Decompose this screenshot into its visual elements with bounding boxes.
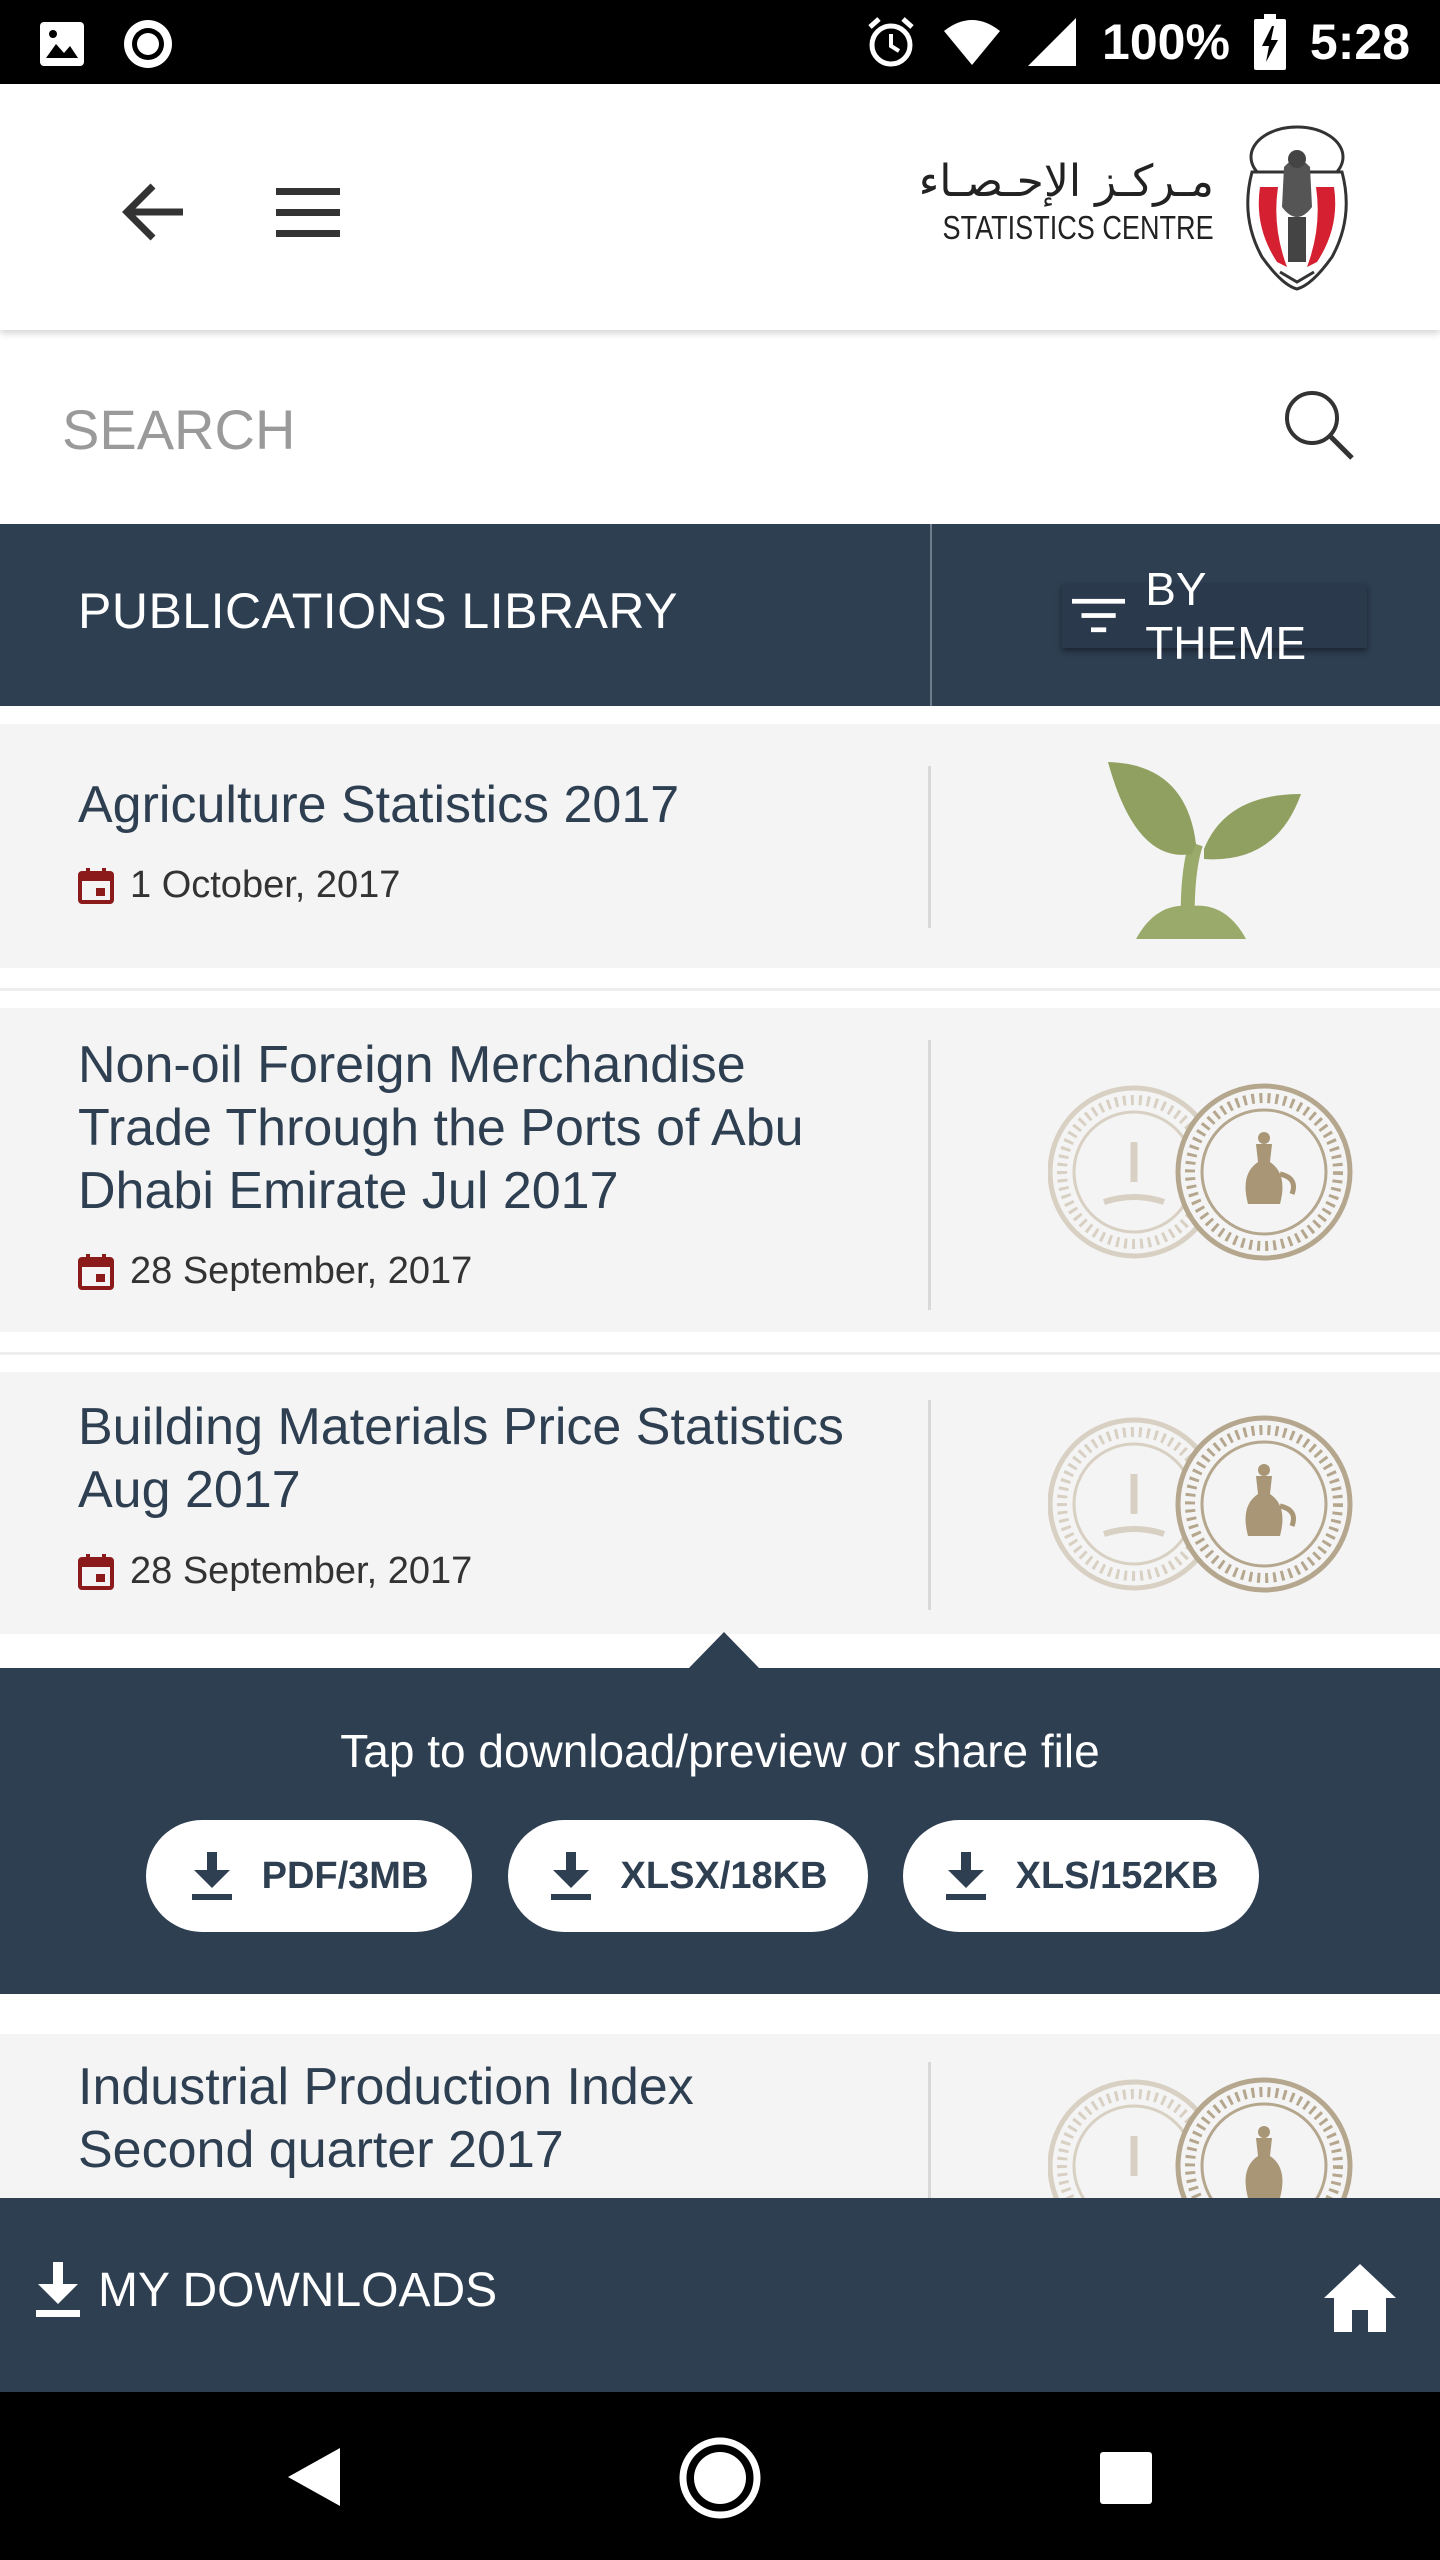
header-divider [930,524,932,706]
calendar-icon [78,867,114,904]
hamburger-icon [276,188,340,237]
download-xls-label: XLS/152KB [1015,1854,1219,1897]
clock: 5:28 [1309,14,1410,70]
download-icon [945,1852,986,1900]
status-bar: 100% 5:28 [0,0,1440,84]
app-header: مـركـز الإحـصـاء STATISTICS CENTRE [0,84,1440,330]
logo-english-text: STATISTICS CENTRE [942,208,1214,246]
coins-icon [1048,1415,1353,1593]
publication-card[interactable]: Industrial Production Index Second quart… [0,2034,1440,2198]
publication-title: Building Materials Price Statistics Aug … [78,1398,844,1519]
card-divider [928,766,931,928]
signal-icon [1028,18,1077,66]
statistics-centre-logo: مـركـز الإحـصـاء STATISTICS CENTRE [883,114,1362,294]
nav-recents-icon[interactable] [1098,2450,1154,2506]
search-bar [0,332,1440,524]
download-xls-button[interactable]: XLS/152KB [903,1820,1259,1932]
by-theme-label: BY THEME [1145,563,1307,669]
image-icon [40,22,84,66]
download-xlsx-label: XLSX/18KB [620,1854,828,1897]
coins-icon [1048,1083,1353,1261]
falcon-emblem-icon [1246,125,1348,291]
menu-button[interactable] [268,172,348,252]
publication-card[interactable]: Non-oil Foreign Merchandise Trade Throug… [0,1008,1440,1332]
coins-icon [1048,2077,1353,2198]
library-header: PUBLICATIONS LIBRARY BY THEME [0,524,1440,706]
publication-date-row: 1 October, 2017 [78,864,400,907]
my-downloads-button[interactable]: MY DOWNLOADS [34,2262,497,2318]
publication-date-row: 28 September, 2017 [78,1250,472,1293]
separator [0,988,1440,991]
arrow-left-icon [122,183,183,241]
library-title: PUBLICATIONS LIBRARY [78,583,678,639]
download-pdf-label: PDF/3MB [261,1854,429,1897]
by-theme-filter-button[interactable]: BY THEME [1062,563,1367,669]
back-button[interactable] [115,172,195,252]
publication-date: 28 September, 2017 [130,1550,473,1592]
card-divider [928,1040,931,1310]
alarm-icon [868,17,914,67]
publication-title: Industrial Production Index Second quart… [78,2058,694,2179]
publication-card[interactable]: Building Materials Price Statistics Aug … [0,1372,1440,1634]
publication-date-row: 28 September, 2017 [78,1550,472,1593]
calendar-icon [78,1253,114,1290]
my-downloads-label: MY DOWNLOADS [98,2263,498,2317]
download-panel: Tap to download/preview or share file PD… [0,1668,1440,1994]
panel-pointer [688,1632,760,1669]
separator [0,1352,1440,1355]
publication-title: Non-oil Foreign Merchandise Trade Throug… [78,1036,804,1220]
download-icon [36,2262,80,2317]
battery-charging-icon [1253,14,1286,70]
search-icon[interactable] [1282,388,1358,464]
nav-back-icon[interactable] [286,2446,342,2508]
download-icon [191,1852,232,1900]
download-hint: Tap to download/preview or share file [340,1725,1100,1777]
calendar-icon [78,1553,114,1590]
search-input[interactable] [62,384,1212,474]
publication-title: Agriculture Statistics 2017 [78,776,680,834]
bottom-bar: MY DOWNLOADS [0,2198,1440,2392]
nav-home-icon[interactable] [678,2436,762,2520]
home-button[interactable] [1322,2260,1398,2336]
plant-icon [1108,762,1301,939]
record-icon [124,20,172,68]
card-divider [928,1400,931,1610]
publication-date: 1 October, 2017 [130,864,401,906]
publication-date: 28 September, 2017 [130,1250,473,1292]
download-icon [550,1852,591,1900]
publication-card[interactable]: Agriculture Statistics 2017 1 October, 2… [0,724,1440,968]
download-xlsx-button[interactable]: XLSX/18KB [508,1820,868,1932]
logo-arabic-text: مـركـز الإحـصـاء [918,156,1214,208]
download-pdf-button[interactable]: PDF/3MB [146,1820,472,1932]
wifi-icon [944,20,1001,65]
battery-percent: 100% [1102,14,1230,70]
card-divider [928,2062,931,2198]
home-icon [1324,2264,1396,2332]
system-nav-bar [0,2392,1440,2560]
filter-icon [1072,598,1126,633]
